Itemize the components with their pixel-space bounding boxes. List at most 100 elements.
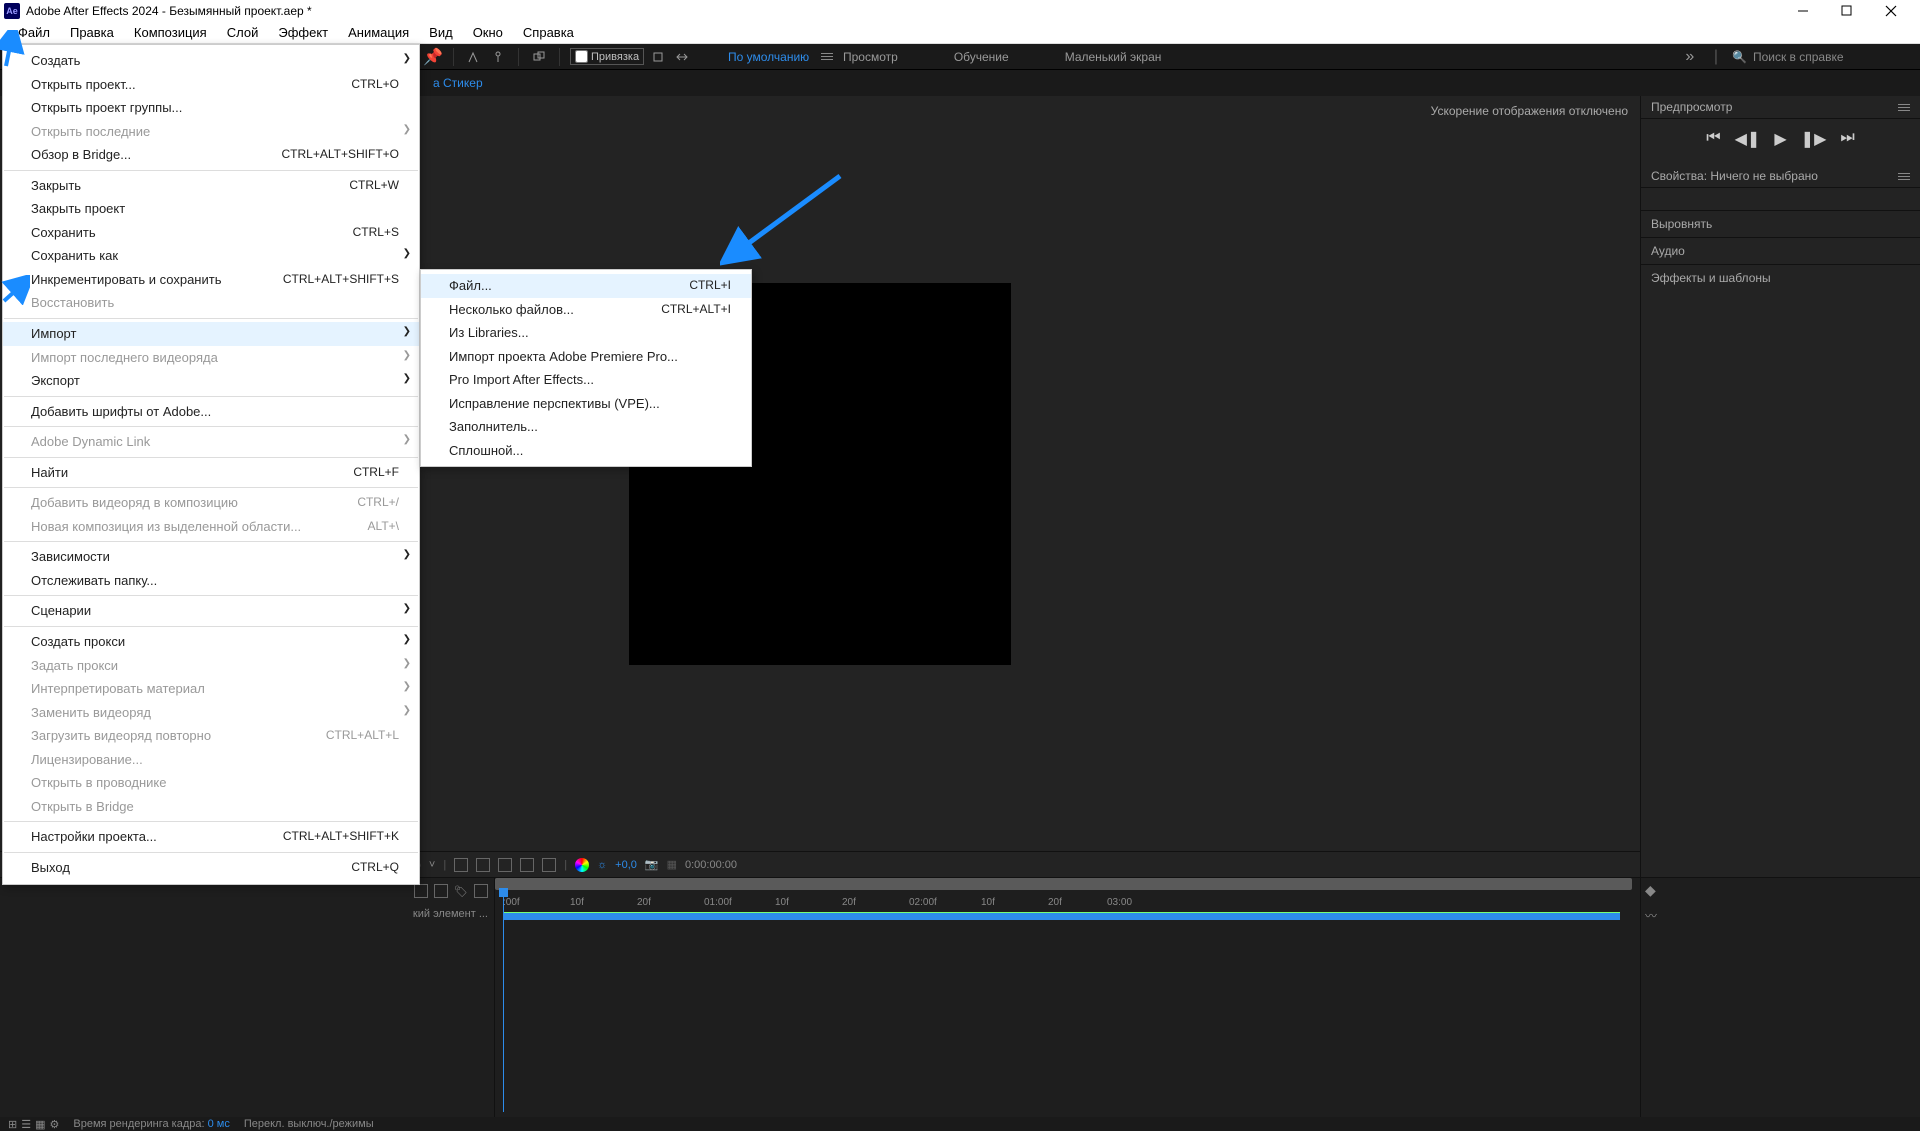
exposure-icon[interactable]: ☼	[597, 859, 607, 871]
file-menu-item[interactable]: Открыть проект...CTRL+O	[3, 73, 419, 97]
switches-icon[interactable]	[474, 884, 488, 898]
audio-panel-header[interactable]: Аудио	[1641, 237, 1920, 264]
tab-sticker[interactable]: а Стикер	[423, 74, 493, 92]
mask-icon[interactable]	[476, 858, 490, 872]
play-button[interactable]: ▶	[1774, 129, 1786, 149]
menu-edit[interactable]: Правка	[60, 23, 124, 42]
file-menu-item[interactable]: Обзор в Bridge...CTRL+ALT+SHIFT+O	[3, 143, 419, 167]
properties-menu-icon[interactable]	[1898, 173, 1910, 180]
next-frame-button[interactable]: ❚▶	[1801, 129, 1827, 149]
menu-file[interactable]: Файл	[8, 23, 60, 42]
last-frame-button[interactable]: ⏭	[1840, 129, 1854, 149]
file-menu-item: Открыть последние❯	[3, 120, 419, 144]
search-icon: 🔍	[1732, 50, 1747, 64]
properties-panel-header[interactable]: Свойства: Ничего не выбрано	[1641, 165, 1920, 188]
file-menu-item[interactable]: Сохранить как❯	[3, 244, 419, 268]
file-menu-item[interactable]: Добавить шрифты от Adobe...	[3, 400, 419, 424]
file-menu-item[interactable]: НайтиCTRL+F	[3, 461, 419, 485]
file-menu-item[interactable]: Импорт❯	[3, 322, 419, 346]
fx-icon[interactable]	[434, 884, 448, 898]
menu-view[interactable]: Вид	[419, 23, 463, 42]
layer-track[interactable]	[503, 912, 1620, 920]
clone-icon[interactable]	[529, 47, 549, 67]
import-menu-item[interactable]: Исправление перспективы (VPE)...	[421, 392, 751, 416]
file-menu-item[interactable]: Настройки проекта...CTRL+ALT+SHIFT+K	[3, 825, 419, 849]
file-menu-item[interactable]: СохранитьCTRL+S	[3, 221, 419, 245]
menu-animation[interactable]: Анимация	[338, 23, 419, 42]
grid-icon[interactable]	[454, 858, 468, 872]
timeline-left-panel: 🏷 кий элемент ...	[0, 878, 495, 1117]
roto-icon[interactable]	[464, 47, 484, 67]
file-menu-item[interactable]: Открыть проект группы...	[3, 96, 419, 120]
exposure-value[interactable]: +0,0	[615, 859, 637, 871]
menu-effect[interactable]: Эффект	[268, 23, 338, 42]
puppet-icon[interactable]	[488, 47, 508, 67]
file-menu-item[interactable]: Инкрементировать и сохранитьCTRL+ALT+SHI…	[3, 268, 419, 292]
import-menu-item[interactable]: Заполнитель...	[421, 415, 751, 439]
3d-icon[interactable]	[520, 858, 534, 872]
first-frame-button[interactable]: ⏮	[1706, 129, 1720, 149]
menu-help[interactable]: Справка	[513, 23, 584, 42]
prev-frame-button[interactable]: ◀❚	[1735, 129, 1761, 149]
file-menu-item[interactable]: Создать прокси❯	[3, 630, 419, 654]
import-menu-item[interactable]: Импорт проекта Adobe Premiere Pro...	[421, 345, 751, 369]
maximize-button[interactable]	[1840, 4, 1854, 18]
playhead[interactable]	[503, 892, 504, 1112]
menu-layer[interactable]: Слой	[217, 23, 269, 42]
import-menu-item[interactable]: Файл...CTRL+I	[421, 274, 751, 298]
import-menu-item[interactable]: Pro Import After Effects...	[421, 368, 751, 392]
snap-toggle[interactable]: Привязка	[570, 48, 644, 65]
file-menu-item[interactable]: Экспорт❯	[3, 369, 419, 393]
window-title: Adobe After Effects 2024 - Безымянный пр…	[26, 4, 1796, 18]
graph-icon[interactable]: 〰	[1641, 903, 1920, 928]
status-icon-3[interactable]: ▦	[35, 1118, 45, 1131]
snap-opt2-icon[interactable]	[672, 47, 692, 67]
file-menu-item[interactable]: Сценарии❯	[3, 599, 419, 623]
menu-composition[interactable]: Композиция	[124, 23, 217, 42]
file-menu-item[interactable]: Закрыть проект	[3, 197, 419, 221]
footer-time[interactable]: 0:00:00:00	[685, 859, 737, 871]
timeline-ruler[interactable]: :00f 10f 20f 01:00f 10f 20f 02:00f 10f 2…	[495, 892, 1640, 912]
file-menu-item[interactable]: Зависимости❯	[3, 545, 419, 569]
file-menu-item[interactable]: Создать❯	[3, 49, 419, 73]
timeline-tracks[interactable]: :00f 10f 20f 01:00f 10f 20f 02:00f 10f 2…	[495, 878, 1640, 1117]
transparency-icon[interactable]	[498, 858, 512, 872]
import-menu-item[interactable]: Из Libraries...	[421, 321, 751, 345]
minimize-button[interactable]	[1796, 4, 1810, 18]
overflow-icon[interactable]: »	[1680, 47, 1700, 67]
file-menu-item[interactable]: ЗакрытьCTRL+W	[3, 174, 419, 198]
file-menu-item: Добавить видеоряд в композициюCTRL+/	[3, 491, 419, 515]
align-panel-header[interactable]: Выровнять	[1641, 210, 1920, 237]
link-smallscreen[interactable]: Маленький экран	[1057, 50, 1170, 64]
close-button[interactable]	[1884, 4, 1898, 18]
time-icon[interactable]: ▦	[667, 858, 677, 871]
status-icon-2[interactable]: ☰	[21, 1118, 31, 1131]
channels-icon[interactable]	[542, 858, 556, 872]
camera-icon[interactable]: 📷	[645, 858, 659, 871]
workspace-label[interactable]: По умолчанию	[720, 50, 817, 64]
menu-window[interactable]: Окно	[463, 23, 513, 42]
effects-panel-header[interactable]: Эффекты и шаблоны	[1641, 264, 1920, 291]
preview-menu-icon[interactable]	[1898, 104, 1910, 111]
work-area-bar[interactable]	[495, 878, 1632, 890]
snap-opt1-icon[interactable]	[648, 47, 668, 67]
color-icon[interactable]	[575, 858, 589, 872]
footer-dropdown-icon[interactable]: ˅	[429, 859, 435, 871]
marker-icon[interactable]: ◆	[1641, 878, 1920, 903]
import-menu-item[interactable]: Сплошной...	[421, 439, 751, 463]
link-review[interactable]: Просмотр	[835, 50, 906, 64]
tag-icon[interactable]: 🏷	[454, 885, 468, 898]
pin-icon[interactable]: 📌	[423, 47, 443, 67]
shy-icon[interactable]	[414, 884, 428, 898]
status-icon-1[interactable]: ⊞	[8, 1118, 17, 1131]
help-search[interactable]: 🔍 Поиск в справке	[1732, 50, 1912, 64]
link-learn[interactable]: Обучение	[946, 50, 1017, 64]
toggle-switches-label[interactable]: Перекл. выключ./режимы	[244, 1118, 374, 1130]
file-menu-item: Импорт последнего видеоряда❯	[3, 346, 419, 370]
import-menu-item[interactable]: Несколько файлов...CTRL+ALT+I	[421, 298, 751, 322]
preview-panel-header[interactable]: Предпросмотр	[1641, 96, 1920, 119]
file-menu-item[interactable]: ВыходCTRL+Q	[3, 856, 419, 880]
file-menu-item[interactable]: Отслеживать папку...	[3, 569, 419, 593]
workspace-menu-icon[interactable]	[821, 53, 833, 60]
status-icon-4[interactable]: ⚙	[50, 1118, 60, 1131]
